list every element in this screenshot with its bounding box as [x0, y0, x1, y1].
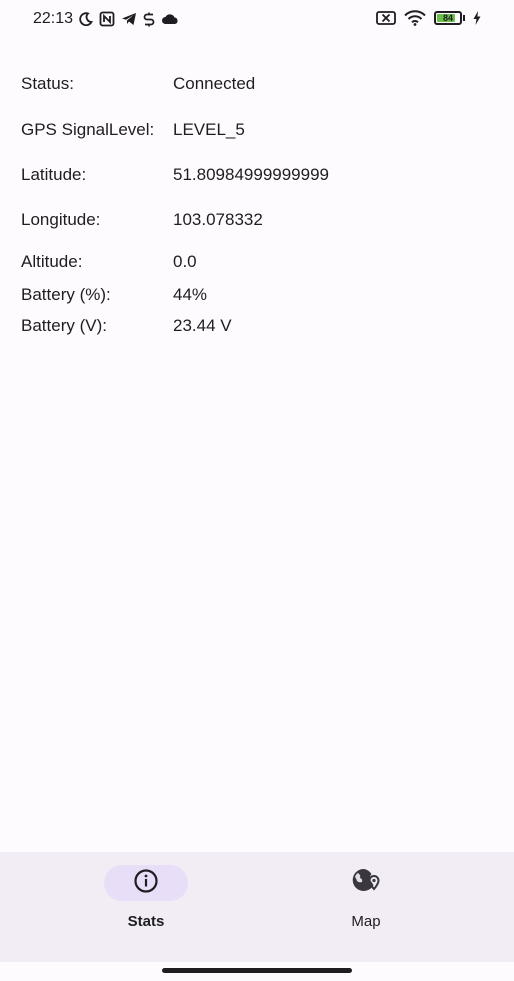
charging-icon: [473, 11, 481, 25]
battery-voltage-label: Battery (V):: [21, 316, 107, 335]
nav-map-icon-container[interactable]: [324, 865, 408, 901]
altitude-label: Altitude:: [21, 252, 83, 271]
sim-off-icon: [376, 11, 396, 25]
latitude-value: 51.80984999999999: [173, 165, 329, 184]
longitude-value: 103.078332: [173, 210, 263, 229]
gesture-handle[interactable]: [162, 968, 352, 973]
battery-percent-label: Battery (%):: [21, 285, 111, 304]
altitude-value: 0.0: [173, 252, 197, 271]
battery-level: 84: [442, 13, 453, 23]
battery-icon: 84: [434, 11, 465, 25]
info-icon: [133, 868, 159, 899]
status-label: Status:: [21, 74, 74, 93]
nfc-icon: [99, 11, 115, 27]
telegram-icon: [121, 12, 137, 26]
wifi-icon: [404, 10, 426, 26]
battery-percent-value: 44%: [173, 285, 208, 304]
bottom-navigation: Stats Map: [0, 852, 514, 962]
status-value: Connected: [173, 74, 256, 93]
gps-signal-label: GPS SignalLevel:: [21, 120, 155, 139]
status-left: 22:13: [33, 10, 179, 28]
sync-icon: [143, 12, 155, 27]
battery-body: 84: [434, 11, 462, 25]
globe-pin-icon: [351, 867, 381, 900]
nav-item-stats[interactable]: Stats: [86, 865, 206, 930]
nav-active-indicator[interactable]: [104, 865, 188, 901]
status-time: 22:13: [33, 10, 74, 27]
latitude-label: Latitude:: [21, 165, 87, 184]
longitude-label: Longitude:: [21, 210, 101, 229]
nav-label-map[interactable]: Map: [306, 913, 426, 930]
moon-icon: [79, 12, 94, 26]
status-right: 84: [376, 10, 481, 26]
nav-label-stats[interactable]: Stats: [86, 913, 206, 930]
nav-item-map[interactable]: Map: [306, 865, 426, 930]
gps-signal-value: LEVEL_5: [173, 120, 245, 139]
battery-cap: [463, 15, 465, 21]
cloud-icon: [161, 13, 179, 25]
status-bar: 22:13 84: [0, 0, 514, 40]
battery-voltage-value: 23.44 V: [173, 316, 232, 335]
